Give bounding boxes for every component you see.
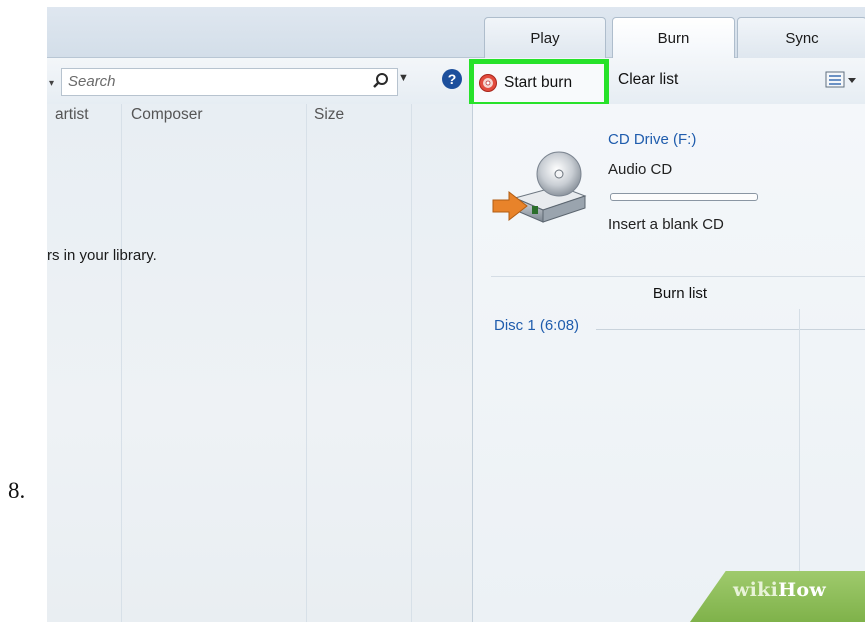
start-burn-icon <box>478 73 498 93</box>
cd-drive-name[interactable]: CD Drive (F:) <box>608 131 696 148</box>
help-icon[interactable]: ? <box>442 69 462 89</box>
title-tab-bar: Play Burn Sync <box>47 7 865 59</box>
search-box[interactable]: Search <box>61 68 398 96</box>
column-header-size[interactable]: Size <box>314 104 344 134</box>
dropdown-caret-icon[interactable]: ▾ <box>49 78 54 89</box>
library-empty-message: rs in your library. <box>47 247 157 264</box>
burn-pane: CD Drive (F:) Audio CD Insert a blank CD… <box>473 104 865 622</box>
column-header-artist[interactable]: artist <box>55 104 89 134</box>
column-divider <box>306 104 307 622</box>
column-divider <box>411 104 412 622</box>
insert-disc-status: Insert a blank CD <box>608 216 724 233</box>
start-burn-button[interactable]: Start burn <box>469 59 609 107</box>
tab-burn[interactable]: Burn <box>612 17 735 59</box>
toolbar: ▾ Search ▼ ? Start burn Clear list <box>47 58 865 107</box>
media-player-window: Play Burn Sync ▾ Search ▼ ? Start burn C… <box>47 7 865 622</box>
tab-play[interactable]: Play <box>484 17 606 58</box>
search-options-chevron-down-icon[interactable]: ▼ <box>398 72 409 84</box>
start-burn-label: Start burn <box>504 74 573 91</box>
disc-label[interactable]: Disc 1 (6:08) <box>494 317 579 334</box>
disc-separator-line <box>596 329 865 330</box>
cd-drive-icon <box>487 136 597 241</box>
step-number: 8. <box>8 478 26 503</box>
burn-list-heading: Burn list <box>652 285 708 302</box>
search-input[interactable]: Search <box>68 73 116 90</box>
disc-type-label[interactable]: Audio CD <box>608 161 672 178</box>
disc-capacity-bar <box>610 193 758 201</box>
search-icon[interactable] <box>371 71 391 96</box>
divider <box>491 276 865 277</box>
library-pane: artist Composer Size rs in your library. <box>47 104 473 622</box>
tab-sync[interactable]: Sync <box>737 17 865 58</box>
list-options-icon[interactable] <box>825 71 859 94</box>
column-header-composer[interactable]: Composer <box>131 104 203 134</box>
wikihow-logo: wikiHow <box>733 579 827 601</box>
column-divider <box>121 104 122 622</box>
clear-list-button[interactable]: Clear list <box>618 71 678 89</box>
